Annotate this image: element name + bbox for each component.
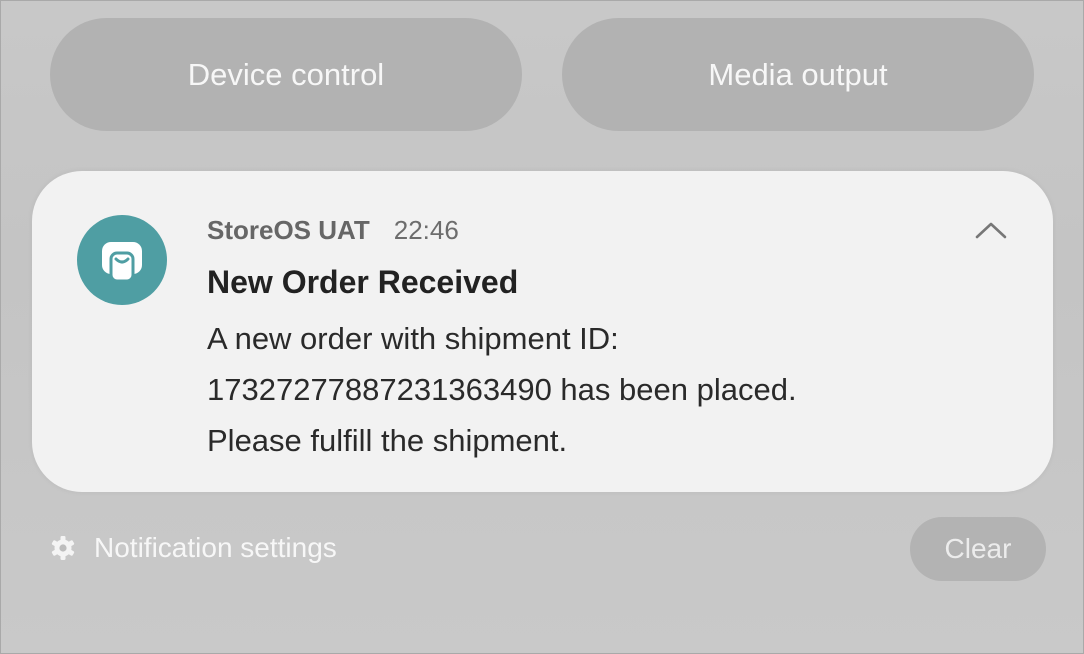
notification-header: StoreOS UAT 22:46 [207,215,459,246]
storeos-app-icon [77,215,167,305]
notification-title: New Order Received [207,264,519,300]
notification-body-line: A new order with shipment ID: [207,321,619,356]
notification-body-line: 17327277887231363490 has been placed. [207,372,797,407]
clear-button[interactable]: Clear [910,517,1046,581]
device-control-label: Device control [187,56,385,92]
clear-label: Clear [944,533,1012,564]
media-output-button[interactable]: Media output [562,18,1034,131]
chevron-up-icon[interactable] [971,219,1011,241]
device-control-button[interactable]: Device control [50,18,522,131]
notification-shade: Device control Media output StoreOS UAT … [0,0,1084,654]
notification-card[interactable]: StoreOS UAT 22:46 New Order Received A n… [32,171,1053,492]
app-name: StoreOS UAT [207,215,370,245]
notification-body-line: Please fulfill the shipment. [207,423,568,458]
gear-icon [51,536,75,560]
notification-body: A new order with shipment ID: 1732727788… [207,313,1007,466]
notification-time: 22:46 [393,215,459,245]
notification-settings-label: Notification settings [94,532,337,563]
media-output-label: Media output [708,56,888,92]
notification-settings-button[interactable]: Notification settings [49,528,337,568]
